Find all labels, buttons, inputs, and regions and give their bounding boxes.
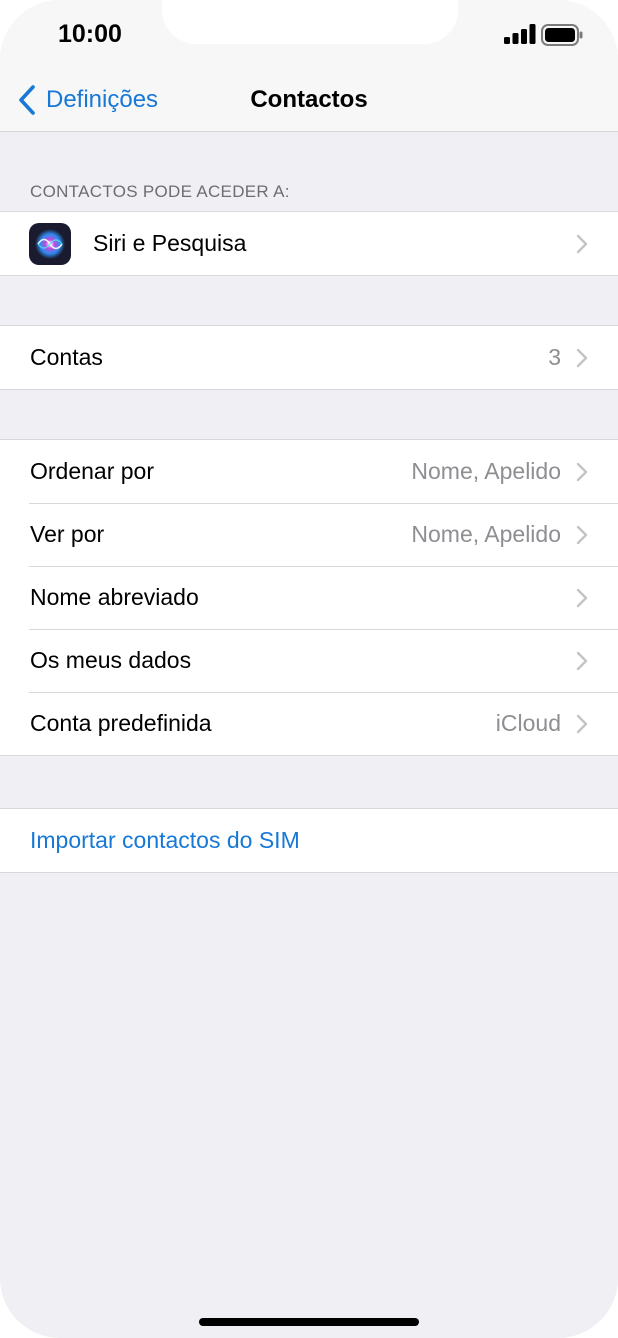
- import-group: Importar contactos do SIM: [0, 808, 618, 873]
- chevron-right-icon: [576, 588, 588, 607]
- siri-icon: [29, 222, 71, 265]
- settings-group: Ordenar por Nome, Apelido Ver por Nome, …: [0, 439, 618, 756]
- section-header: CONTACTOS PODE ACEDER A:: [30, 182, 290, 201]
- page-title: Contactos: [250, 86, 368, 113]
- display-order-label: Ver por: [30, 521, 105, 547]
- display-order-row[interactable]: Ver por Nome, Apelido: [0, 503, 618, 566]
- chevron-right-icon: [576, 525, 588, 544]
- short-name-label: Nome abreviado: [30, 584, 199, 610]
- accounts-group: Contas 3: [0, 325, 618, 390]
- default-account-value: iCloud: [495, 710, 561, 736]
- import-sim-contacts-button[interactable]: Importar contactos do SIM: [0, 809, 618, 872]
- short-name-row[interactable]: Nome abreviado: [0, 566, 618, 629]
- default-account-row[interactable]: Conta predefinida iCloud: [0, 692, 618, 755]
- home-indicator[interactable]: [199, 1318, 419, 1326]
- status-time: 10:00: [58, 20, 122, 48]
- accounts-label: Contas: [30, 344, 103, 370]
- chevron-right-icon: [576, 651, 588, 670]
- cellular-signal-icon: [504, 24, 536, 44]
- siri-group: Siri e Pesquisa: [0, 211, 618, 276]
- display-order-value: Nome, Apelido: [411, 521, 561, 547]
- my-info-row[interactable]: Os meus dados: [0, 629, 618, 692]
- navigation-bar: 10:00 Definições Contactos: [0, 0, 618, 132]
- import-sim-contacts-label: Importar contactos do SIM: [30, 827, 300, 853]
- siri-search-row[interactable]: Siri e Pesquisa: [0, 212, 618, 275]
- sort-order-row[interactable]: Ordenar por Nome, Apelido: [0, 440, 618, 503]
- accounts-count: 3: [548, 344, 561, 370]
- chevron-right-icon: [576, 234, 588, 253]
- notch: [162, 0, 458, 44]
- chevron-right-icon: [576, 714, 588, 733]
- default-account-label: Conta predefinida: [30, 710, 212, 736]
- my-info-label: Os meus dados: [30, 647, 192, 673]
- chevron-right-icon: [576, 348, 588, 367]
- sort-order-label: Ordenar por: [30, 458, 155, 484]
- battery-icon: [541, 24, 583, 46]
- sort-order-value: Nome, Apelido: [411, 458, 561, 484]
- phone-screen: 10:00 Definições Contactos CONTACTOS POD…: [0, 0, 618, 1338]
- accounts-row[interactable]: Contas 3: [0, 326, 618, 389]
- siri-search-label: Siri e Pesquisa: [93, 230, 247, 256]
- chevron-right-icon: [576, 462, 588, 481]
